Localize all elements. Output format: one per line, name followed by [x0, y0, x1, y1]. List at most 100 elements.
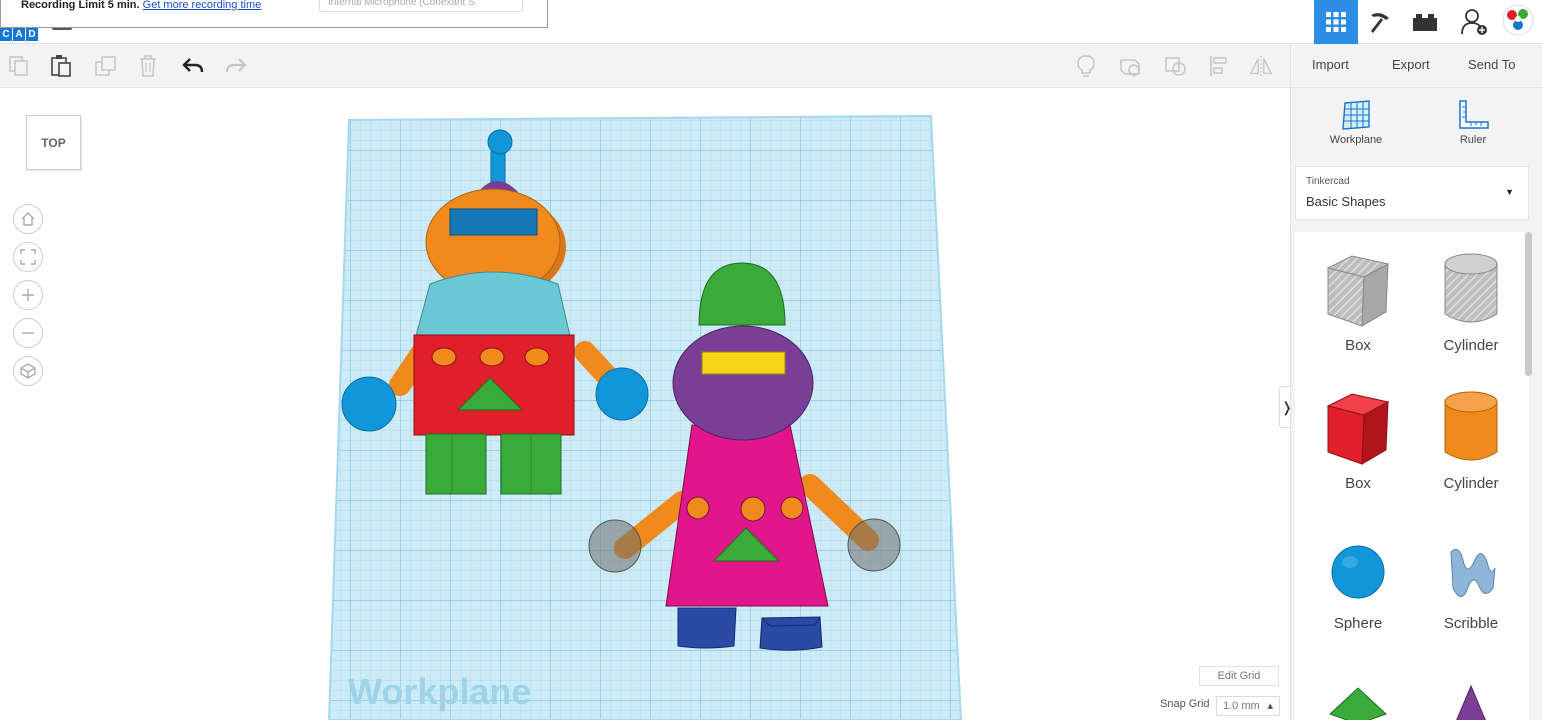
robot2-visor[interactable]: [701, 351, 786, 375]
shape-cylinder-label: Cylinder: [1443, 475, 1499, 492]
3d-canvas[interactable]: TOP Workplane Edit Grid Snap Grid 1.0 mm…: [0, 88, 1290, 720]
avatar: [1502, 4, 1534, 36]
ruler-tool[interactable]: Ruler: [1433, 100, 1513, 146]
lightbulb-icon: [1077, 55, 1095, 77]
shapes-panel: Workplane Ruler Tinkercad Basic Shapes ▼: [1290, 88, 1542, 720]
shape-cylinder-hole-label: Cylinder: [1443, 337, 1499, 354]
robot1-left-leg[interactable]: [425, 433, 487, 495]
shapes-scrollbar[interactable]: [1525, 232, 1532, 376]
import-button[interactable]: Import: [1312, 57, 1349, 72]
shape-box-label: Box: [1345, 475, 1371, 492]
robot1-antenna-ball[interactable]: [487, 129, 513, 155]
ruler-icon: [1459, 100, 1489, 129]
paste-button[interactable]: [49, 54, 73, 78]
mirror-icon: [1249, 55, 1273, 77]
robot1-left-hand[interactable]: [341, 376, 397, 432]
workplane-tool[interactable]: Workplane: [1316, 100, 1396, 146]
undo-button[interactable]: [181, 54, 205, 78]
workplane-tool-label: Workplane: [1329, 134, 1383, 146]
snap-grid-select[interactable]: 1.0 mm: [1216, 696, 1280, 716]
robot2-right-foot[interactable]: [759, 616, 823, 651]
scribble-icon: [1450, 548, 1496, 597]
robot2-right-hand-hole[interactable]: [847, 518, 901, 572]
build-mode-button[interactable]: [1358, 0, 1402, 44]
robot2-button-3[interactable]: [780, 496, 804, 520]
cone-icon: [1456, 684, 1486, 720]
shape-sphere-label: Sphere: [1333, 615, 1383, 632]
edit-toolbar: [0, 44, 1290, 88]
get-more-recording-link[interactable]: Get more recording time: [143, 0, 262, 11]
pickaxe-icon: [1371, 13, 1389, 33]
shape-scribble[interactable]: Scribble: [1421, 538, 1521, 632]
robot2-left-foot[interactable]: [677, 607, 737, 649]
invite-user-button[interactable]: [1452, 0, 1496, 44]
recording-limit-text: Recording Limit 5 min. Get more recordin…: [21, 0, 262, 11]
notes-button[interactable]: [1074, 54, 1098, 78]
library-category: Tinkercad: [1306, 176, 1350, 187]
robot2-button-2[interactable]: [740, 496, 766, 522]
robot1-button-3[interactable]: [524, 347, 550, 367]
group-icon: [1120, 59, 1140, 76]
copy-button[interactable]: [7, 54, 31, 78]
undo-icon: [182, 58, 204, 73]
cylinder-hole-icon: [1444, 253, 1498, 323]
shape-roof-partial[interactable]: [1308, 684, 1408, 720]
mirror-button[interactable]: [1249, 54, 1273, 78]
sphere-icon: [1331, 545, 1385, 599]
shape-scribble-label: Scribble: [1443, 615, 1499, 632]
chevron-right-icon: ❭: [1281, 399, 1290, 416]
add-user-icon: [1461, 9, 1487, 35]
robot1-visor[interactable]: [449, 208, 538, 236]
grid-view-button[interactable]: [1314, 0, 1358, 44]
ungroup-button[interactable]: [1164, 54, 1188, 78]
align-icon: [1210, 56, 1227, 76]
bricks-mode-button[interactable]: [1403, 0, 1447, 44]
snap-grid-label: Snap Grid: [1160, 698, 1210, 710]
shape-cone-partial[interactable]: [1421, 684, 1521, 720]
grid-icon: [1326, 12, 1346, 32]
shape-box-hole[interactable]: Box: [1308, 250, 1408, 354]
workplane-icon: [1342, 100, 1370, 130]
brick-icon: [1413, 14, 1437, 31]
box-hole-icon: [1326, 255, 1390, 327]
shape-grid: Box Cylinder Box Cylinder Sphere Scribbl…: [1295, 232, 1529, 720]
shape-box-hole-label: Box: [1345, 337, 1371, 354]
workplane-label: Workplane: [348, 671, 531, 712]
scene: Workplane: [327, 114, 963, 720]
align-button[interactable]: [1207, 54, 1231, 78]
caret-down-icon: ▼: [1505, 187, 1514, 197]
ungroup-icon: [1165, 57, 1186, 76]
recording-banner: Recording Limit 5 min. Get more recordin…: [0, 0, 548, 28]
shape-cylinder-hole[interactable]: Cylinder: [1421, 250, 1521, 354]
cylinder-icon: [1444, 391, 1498, 461]
user-avatar-button[interactable]: [1496, 0, 1540, 44]
logo-letter-a: A: [13, 28, 25, 41]
collapse-panel-button[interactable]: ❭: [1279, 386, 1290, 428]
robot2-head[interactable]: [672, 325, 814, 441]
robot2-button-1[interactable]: [686, 496, 710, 520]
robot2-left-hand-hole[interactable]: [588, 519, 642, 573]
shape-cylinder[interactable]: Cylinder: [1421, 388, 1521, 492]
tinkercad-logo[interactable]: C A D: [0, 28, 39, 41]
copy-icon: [9, 56, 28, 76]
box-icon: [1326, 393, 1390, 465]
group-button[interactable]: [1119, 54, 1143, 78]
redo-button[interactable]: [224, 54, 248, 78]
delete-button[interactable]: [136, 54, 160, 78]
microphone-select[interactable]: Internal Microphone (Conexant S: [319, 0, 523, 12]
edit-grid-button[interactable]: Edit Grid: [1199, 666, 1279, 686]
robot1-right-hand[interactable]: [595, 367, 649, 421]
robot1-button-1[interactable]: [431, 347, 457, 367]
paste-icon: [51, 55, 71, 77]
file-actions: Import Export Send To: [1290, 44, 1542, 88]
send-to-button[interactable]: Send To: [1468, 57, 1515, 72]
export-button[interactable]: Export: [1392, 57, 1430, 72]
roof-icon: [1329, 687, 1387, 720]
robot1-neck-block[interactable]: [415, 271, 571, 337]
shape-box[interactable]: Box: [1308, 388, 1408, 492]
tinkercad-app: C A D Recording Limit 5 min. Get more re…: [0, 0, 1542, 720]
shape-sphere[interactable]: Sphere: [1308, 538, 1408, 632]
duplicate-button[interactable]: [94, 54, 118, 78]
shape-library-select[interactable]: Tinkercad Basic Shapes ▼: [1295, 166, 1529, 220]
robot1-button-2[interactable]: [479, 347, 505, 367]
